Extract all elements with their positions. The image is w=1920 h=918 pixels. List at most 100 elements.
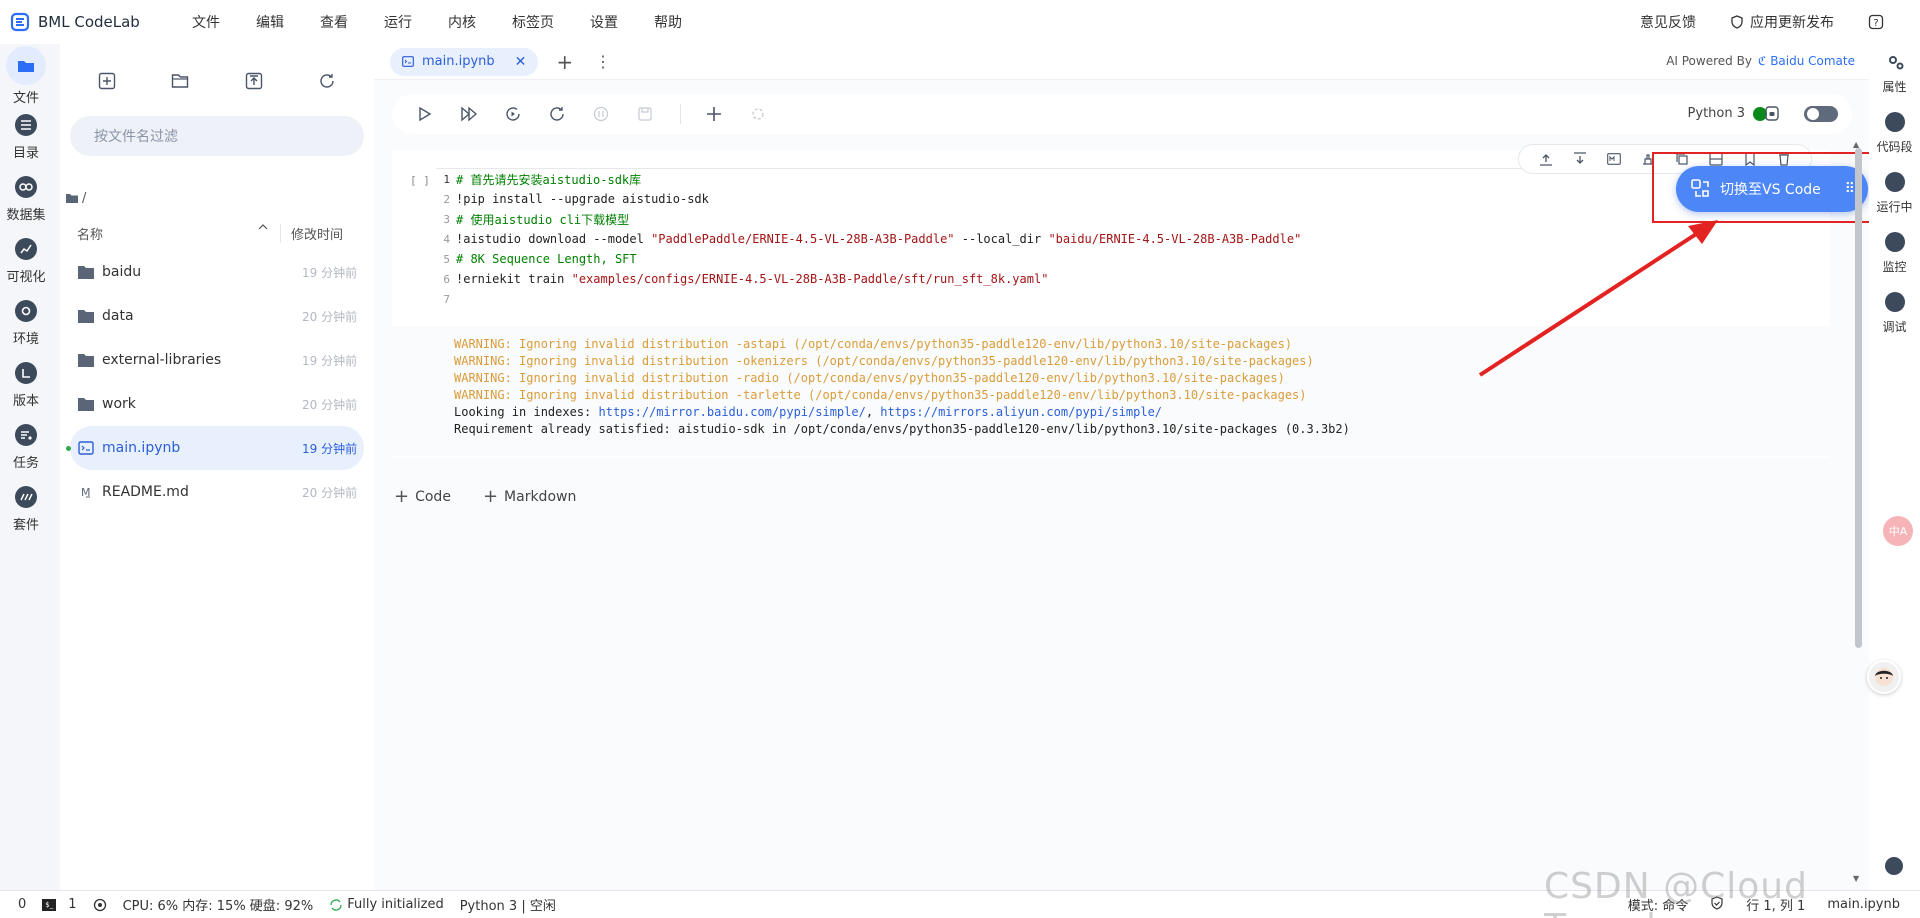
file-name: main.ipynb [102, 440, 181, 456]
svg-text:?: ? [1873, 18, 1878, 29]
tab-main-ipynb[interactable]: main.ipynb ✕ [390, 47, 539, 76]
add-code-cell-button[interactable]: + Code [394, 486, 451, 507]
breadcrumb[interactable]: / [66, 188, 374, 208]
rightbar-properties[interactable]: 属性 [1869, 44, 1920, 104]
code-token: !erniekit train [456, 272, 572, 286]
folder-icon [78, 310, 94, 323]
code-token: # 首先请先安装aistudio-sdk库 [456, 172, 642, 187]
notebook-icon [78, 441, 94, 455]
activity-version[interactable]: 版本 [0, 354, 52, 416]
close-icon[interactable]: ✕ [515, 54, 527, 70]
file-name: README.md [102, 484, 189, 500]
sync-icon [330, 898, 342, 911]
file-row[interactable]: M README.md 20 分钟前 [70, 470, 364, 514]
file-row[interactable]: external-libraries 19 分钟前 [70, 338, 364, 382]
ai-powered-badge[interactable]: AI Powered By ℭ Baidu Comate [1666, 54, 1855, 68]
init-status-label: Fully initialized [347, 897, 444, 912]
rightbar-running[interactable]: 运行中 [1869, 164, 1920, 224]
status-count-1[interactable]: 1 [68, 897, 76, 912]
output-text: WARNING: Ignoring invalid distribution -… [454, 388, 1307, 402]
markdown-cell-icon[interactable] [1606, 151, 1622, 167]
right-sidebar: 属性 代码段 运行中 监控 调试 [1869, 44, 1920, 890]
insert-below-icon[interactable] [1572, 151, 1588, 167]
init-status: Fully initialized [329, 897, 444, 912]
more-icon[interactable]: ⋮ [595, 52, 611, 71]
add-tab-icon[interactable]: + [556, 50, 573, 74]
terminal-icon[interactable]: $_ [42, 898, 57, 911]
col-time-header[interactable]: 修改时间 [280, 223, 343, 243]
status-settings-icon[interactable] [93, 898, 107, 912]
line-number: 6 [443, 272, 450, 286]
assistant-avatar[interactable] [1867, 660, 1901, 694]
col-name-header[interactable]: 名称 [60, 223, 280, 243]
menu-edit[interactable]: 编辑 [256, 12, 284, 32]
restart-run-icon[interactable] [502, 103, 524, 125]
menu-file[interactable]: 文件 [192, 12, 220, 32]
debug-icon [1884, 292, 1905, 312]
menu-tabs[interactable]: 标签页 [512, 12, 554, 32]
menu-help[interactable]: 帮助 [654, 12, 682, 32]
mode-toggle[interactable] [1804, 106, 1838, 122]
kernel-status[interactable]: Python 3 | 空闲 [460, 895, 556, 914]
running-icon [1884, 172, 1905, 192]
activity-files[interactable]: 文件 [0, 44, 52, 106]
comate-name: Baidu Comate [1770, 54, 1855, 68]
run-all-icon[interactable] [458, 103, 480, 125]
rightbar-monitor[interactable]: 监控 [1869, 224, 1920, 284]
check-icon[interactable] [1710, 895, 1724, 914]
save-icon [634, 103, 656, 125]
file-filter-input[interactable]: 按文件名过滤 [70, 116, 364, 156]
activity-task[interactable]: 任务 [0, 416, 52, 478]
rightbar-snippets[interactable]: 代码段 [1869, 104, 1920, 164]
refresh-icon[interactable] [316, 70, 338, 92]
upload-icon[interactable] [243, 70, 265, 92]
output-link[interactable]: https://mirrors.aliyun.com/pypi/simple/ [880, 405, 1162, 419]
folder-icon [66, 194, 78, 203]
output-link[interactable]: https://mirror.baidu.com/pypi/simple/ [599, 405, 866, 419]
bml-logo-icon [10, 12, 30, 32]
run-icon[interactable] [414, 103, 436, 125]
activity-environment[interactable]: 环境 [0, 292, 52, 354]
status-count-0[interactable]: 0 [18, 897, 26, 912]
editor-scrollbar[interactable] [1855, 148, 1862, 648]
new-folder-icon[interactable] [169, 70, 191, 92]
add-cell-icon[interactable] [703, 103, 725, 125]
rightbar-label: 调试 [1882, 320, 1907, 334]
output-text: , [865, 405, 881, 419]
translate-button[interactable]: 中A [1883, 516, 1913, 546]
file-time: 19 分钟前 [302, 353, 358, 368]
activity-label: 环境 [12, 332, 39, 347]
menu-settings[interactable]: 设置 [590, 12, 618, 32]
brand[interactable]: BML CodeLab [0, 12, 170, 32]
output-text: Looking in indexes: [454, 405, 599, 419]
activity-dataset[interactable]: 数据集 [0, 168, 52, 230]
lock-icon[interactable] [1764, 104, 1780, 122]
tab-bar: main.ipynb ✕ + ⋮ AI Powered By ℭ Baidu C… [374, 44, 1869, 80]
rightbar-debug[interactable]: 调试 [1869, 284, 1920, 344]
release-link[interactable]: 应用更新发布 [1730, 12, 1834, 32]
kernel-indicator[interactable]: Python 3 [1688, 106, 1767, 121]
search-icon[interactable] [1885, 857, 1903, 875]
restart-icon[interactable] [546, 103, 568, 125]
help-icon[interactable]: ? [1868, 14, 1884, 30]
activity-label: 数据集 [6, 208, 46, 223]
toolbar-divider [680, 104, 681, 124]
file-row[interactable]: data 20 分钟前 [70, 294, 364, 338]
menu-view[interactable]: 查看 [320, 12, 348, 32]
activity-suite[interactable]: 套件 [0, 478, 52, 540]
file-row[interactable]: baidu 19 分钟前 [70, 250, 364, 294]
insert-above-icon[interactable] [1538, 151, 1554, 167]
add-markdown-cell-button[interactable]: + Markdown [483, 486, 576, 507]
menu-run[interactable]: 运行 [384, 12, 412, 32]
activity-toc[interactable]: 目录 [0, 106, 52, 168]
new-file-icon[interactable] [96, 70, 118, 92]
code-token: # 8K Sequence Length, SFT [456, 252, 637, 266]
code-token: --local_dir [954, 232, 1049, 246]
scroll-down-icon[interactable]: ▼ [1853, 874, 1859, 883]
file-row[interactable]: work 20 分钟前 [70, 382, 364, 426]
file-row-selected[interactable]: main.ipynb 19 分钟前 [66, 426, 364, 470]
menu-kernel[interactable]: 内核 [448, 12, 476, 32]
code-line[interactable]: 2 !pip install --upgrade aistudio-sdk [436, 189, 1826, 209]
feedback-link[interactable]: 意见反馈 [1640, 12, 1696, 32]
activity-visualize[interactable]: 可视化 [0, 230, 52, 292]
